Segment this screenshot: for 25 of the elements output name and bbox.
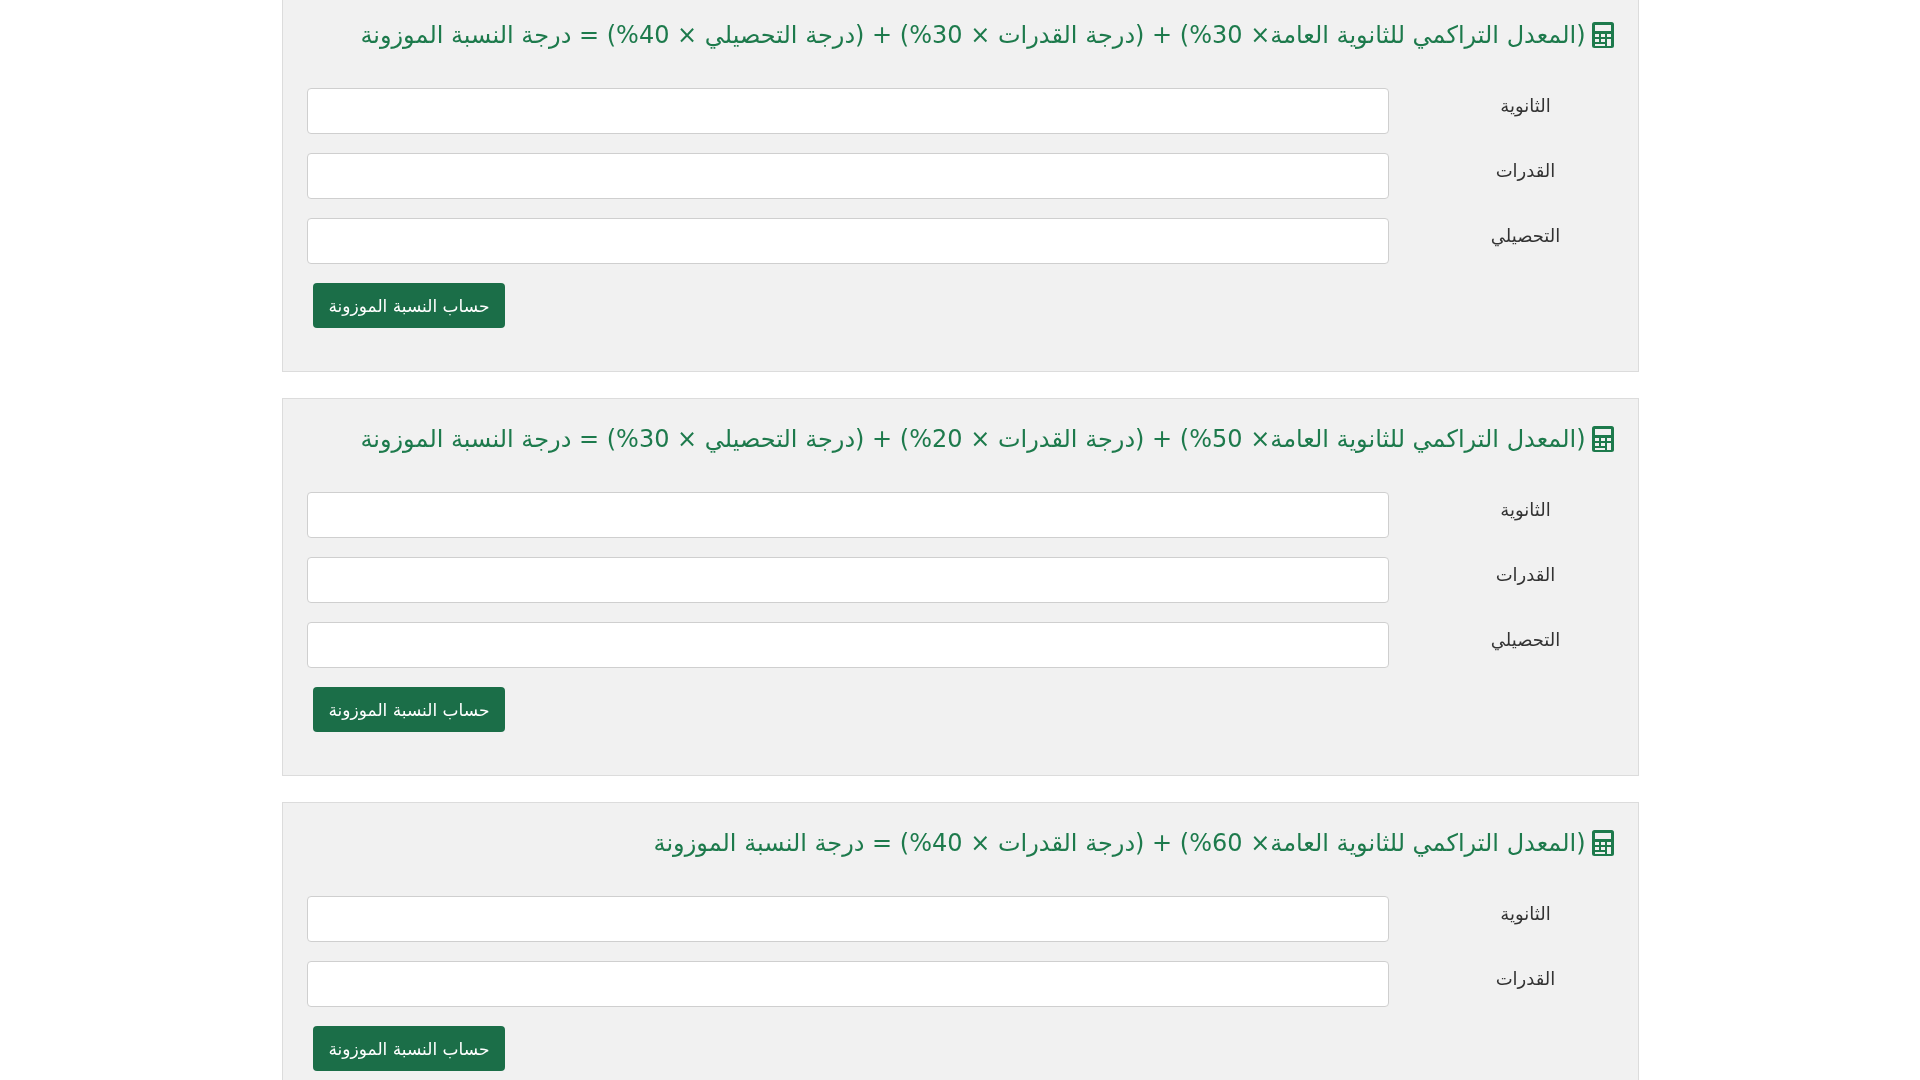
calculate-button[interactable]: حساب النسبة الموزونة	[312, 1026, 506, 1071]
field-label: التحصيلي	[1490, 224, 1561, 248]
input-field[interactable]	[306, 961, 1389, 1007]
field-label: القدرات	[1495, 967, 1556, 991]
field-label: الثانوية	[1500, 498, 1551, 522]
calculator-icon	[1591, 22, 1614, 48]
input-field[interactable]	[306, 896, 1389, 942]
field-label: القدرات	[1495, 563, 1556, 587]
input-field[interactable]	[306, 88, 1389, 134]
input-field[interactable]	[306, 153, 1389, 199]
formula-title: (المعدل التراكمي للثانوية العامة× 60%) + (درجة القدرات × 40%) = درجة النسبة الموزونة	[653, 828, 1586, 859]
calculator-icon	[1591, 426, 1614, 452]
field-label: التحصيلي	[1490, 628, 1561, 652]
input-field[interactable]	[306, 492, 1389, 538]
calculate-button[interactable]: حساب النسبة الموزونة	[312, 687, 506, 732]
input-field[interactable]	[306, 557, 1389, 603]
field-label: الثانوية	[1500, 94, 1551, 118]
formula-title: (المعدل التراكمي للثانوية العامة× 30%) + (درجة القدرات × 30%) + (درجة التحصيلي × 40%) = درجة النسبة الموزونة	[360, 20, 1586, 51]
calculator-icon	[1591, 830, 1614, 856]
calculate-button[interactable]: حساب النسبة الموزونة	[312, 283, 506, 328]
input-field[interactable]	[306, 218, 1389, 264]
field-label: الثانوية	[1500, 902, 1551, 926]
formula-title: (المعدل التراكمي للثانوية العامة× 50%) + (درجة القدرات × 20%) + (درجة التحصيلي × 30%) = درجة النسبة الموزونة	[360, 424, 1586, 455]
field-label: القدرات	[1495, 159, 1556, 183]
input-field[interactable]	[306, 622, 1389, 668]
